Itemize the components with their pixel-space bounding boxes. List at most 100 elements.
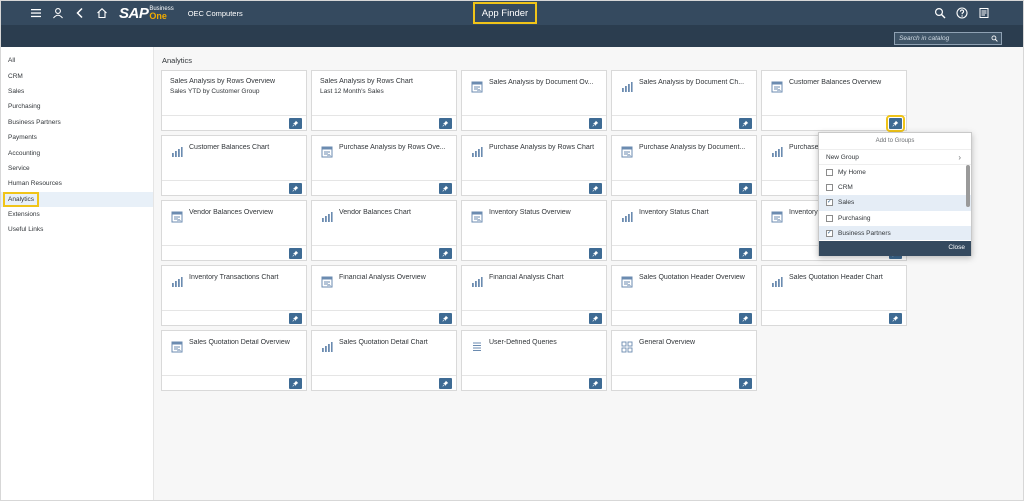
app-tile[interactable]: Sales Analysis by Rows Chart Last 12 Mont…: [311, 70, 457, 131]
group-item-my-home[interactable]: My Home: [819, 165, 971, 180]
notifications-icon[interactable]: [973, 1, 995, 25]
sidebar-item-business-partners[interactable]: Business Partners: [1, 115, 153, 130]
pin-icon[interactable]: [589, 248, 602, 259]
pin-icon[interactable]: [589, 313, 602, 324]
search-input[interactable]: [895, 33, 987, 44]
sidebar-item-payments[interactable]: Payments: [1, 130, 153, 145]
app-tile[interactable]: Inventory Transactions Chart: [161, 265, 307, 326]
sap-business-one-logo[interactable]: SAP Business One: [119, 1, 174, 25]
app-tile[interactable]: Purchase Analysis by Rows Ove...: [311, 135, 457, 196]
app-tile[interactable]: Sales Quotation Detail Chart: [311, 330, 457, 391]
overview-icon: [621, 275, 633, 288]
group-checkbox[interactable]: [826, 184, 833, 192]
pin-icon[interactable]: [889, 313, 902, 324]
sidebar-item-label: All: [8, 57, 16, 65]
group-item-sales[interactable]: ✓ Sales: [819, 195, 971, 211]
search-field-icon[interactable]: [987, 35, 1001, 42]
app-tile[interactable]: Customer Balances Overview: [761, 70, 907, 132]
pin-icon[interactable]: [439, 378, 452, 389]
app-tile[interactable]: Vendor Balances Chart: [311, 200, 457, 261]
app-tile[interactable]: Sales Quotation Detail Overview: [161, 330, 307, 391]
chart-icon: [471, 145, 483, 157]
pin-icon[interactable]: [739, 248, 752, 259]
chevron-right-icon: ›: [958, 153, 961, 162]
help-icon[interactable]: [951, 1, 973, 25]
tile-footer: [462, 245, 606, 260]
back-icon[interactable]: [69, 1, 91, 25]
app-tile[interactable]: Purchase Analysis by Rows Chart: [461, 135, 607, 196]
app-tile[interactable]: Sales Analysis by Rows Overview Sales YTD…: [161, 70, 307, 131]
new-group-item[interactable]: New Group ›: [819, 149, 971, 165]
group-checkbox[interactable]: ✓: [826, 199, 833, 207]
app-tile[interactable]: User-Defined Queries: [461, 330, 607, 391]
group-item-crm[interactable]: CRM: [819, 180, 971, 195]
pin-icon[interactable]: [739, 378, 752, 389]
pin-icon[interactable]: [289, 183, 302, 194]
app-tile[interactable]: Financial Analysis Chart: [461, 265, 607, 326]
tile-title: Inventory Status Chart: [639, 209, 709, 216]
pin-icon[interactable]: [289, 118, 302, 129]
chart-icon: [321, 210, 333, 222]
app-tile[interactable]: Financial Analysis Overview: [311, 265, 457, 326]
catalog-search[interactable]: [894, 32, 1002, 45]
group-checkbox[interactable]: ✓: [826, 229, 833, 237]
app-tile[interactable]: Vendor Balances Overview: [161, 200, 307, 261]
group-checkbox[interactable]: [826, 169, 833, 177]
group-item-purchasing[interactable]: Purchasing: [819, 211, 971, 226]
tile-title: General Overview: [639, 339, 696, 346]
search-icon[interactable]: [929, 1, 951, 25]
app-tile[interactable]: Inventory Status Overview: [461, 200, 607, 261]
pin-icon[interactable]: [439, 248, 452, 259]
pin-icon[interactable]: [439, 183, 452, 194]
pin-icon[interactable]: [439, 118, 452, 129]
app-tile[interactable]: Sales Analysis by Document Ov...: [461, 70, 607, 131]
app-tile[interactable]: Sales Quotation Header Chart: [761, 265, 907, 326]
sidebar-item-all[interactable]: All: [1, 53, 153, 68]
pin-icon[interactable]: [439, 313, 452, 324]
group-checkbox[interactable]: [826, 214, 833, 222]
close-button[interactable]: Close: [948, 244, 965, 251]
pin-icon[interactable]: [289, 248, 302, 259]
pin-icon[interactable]: [289, 378, 302, 389]
pin-icon[interactable]: [289, 313, 302, 324]
sidebar-item-useful-links[interactable]: Useful Links: [1, 222, 153, 237]
pin-icon[interactable]: [739, 183, 752, 194]
overview-icon: [321, 275, 333, 288]
app-tile[interactable]: Purchase Analysis by Document...: [611, 135, 757, 196]
app-tile[interactable]: Inventory Status Chart: [611, 200, 757, 261]
tile-title: Sales Quotation Header Overview: [639, 274, 745, 281]
group-item-business-partners[interactable]: ✓ Business Partners: [819, 225, 971, 240]
pin-icon[interactable]: [739, 118, 752, 129]
tile-title: Customer Balances Chart: [189, 144, 270, 151]
sidebar-item-service[interactable]: Service: [1, 161, 153, 176]
sidebar-item-sales[interactable]: Sales: [1, 84, 153, 99]
app-title[interactable]: App Finder: [473, 2, 537, 24]
overview-grid-icon: [621, 340, 633, 353]
app-tile[interactable]: General Overview: [611, 330, 757, 391]
sidebar-item-accounting[interactable]: Accounting: [1, 145, 153, 160]
home-icon[interactable]: [91, 1, 113, 25]
sidebar-item-analytics[interactable]: Analytics: [1, 191, 153, 207]
sidebar-item-crm[interactable]: CRM: [1, 68, 153, 83]
pin-icon[interactable]: [589, 118, 602, 129]
sidebar-item-extensions[interactable]: Extensions: [1, 207, 153, 222]
pin-icon[interactable]: [589, 183, 602, 194]
sidebar-item-human-resources[interactable]: Human Resources: [1, 176, 153, 191]
menu-icon[interactable]: [25, 1, 47, 25]
groups-scrollbar[interactable]: [966, 165, 970, 207]
app-tile[interactable]: Sales Analysis by Document Ch...: [611, 70, 757, 131]
app-tile[interactable]: Sales Quotation Header Overview: [611, 265, 757, 326]
pin-icon[interactable]: [886, 115, 905, 132]
pin-icon[interactable]: [739, 313, 752, 324]
add-to-groups-popover: Add to Groups New Group › My Home CRM ✓ Sal…: [818, 132, 972, 256]
sidebar-item-label: Extensions: [8, 211, 40, 219]
group-label: CRM: [838, 184, 853, 192]
tile-title: Sales Quotation Header Chart: [789, 274, 883, 281]
app-tile[interactable]: Customer Balances Chart: [161, 135, 307, 196]
sidebar-item-label: Accounting: [8, 149, 41, 157]
group-label: My Home: [838, 169, 866, 177]
sidebar-item-purchasing[interactable]: Purchasing: [1, 99, 153, 114]
pin-icon[interactable]: [589, 378, 602, 389]
tile-title: Vendor Balances Chart: [339, 209, 411, 216]
user-icon[interactable]: [47, 1, 69, 25]
